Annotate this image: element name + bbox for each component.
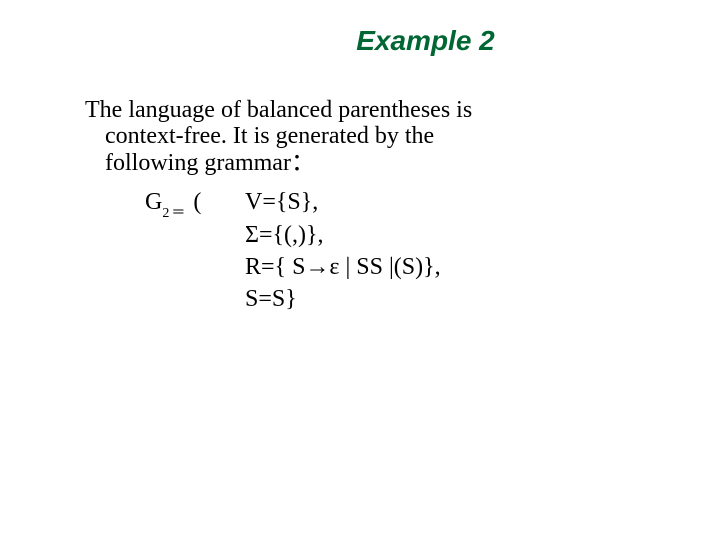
grammar-S-line: S=S}: [245, 283, 441, 315]
grammar-S-label: S: [245, 286, 258, 312]
grammar-left-label: G2＝ (: [145, 186, 245, 222]
body-line-3: following grammar：: [105, 150, 676, 176]
grammar-V-rest: ={S},: [262, 189, 318, 215]
grammar-R-line: R={ S→ε | SS |(S)},: [245, 251, 441, 283]
grammar-subscript: 2: [162, 206, 169, 221]
grammar-R-label: R: [245, 254, 261, 280]
body-paragraph: The language of balanced parentheses is …: [85, 97, 676, 176]
grammar-equals: ＝: [171, 206, 185, 221]
grammar-Sigma-rest: ={(,)},: [259, 222, 324, 248]
grammar-R-rest: ={ S→ε | SS |(S)},: [261, 254, 441, 280]
grammar-S-rest: =S}: [258, 286, 296, 312]
grammar-definition: G2＝ ( V={S}, Σ={(,)}, R={ S→ε | SS |(S)}…: [145, 186, 676, 316]
grammar-openparen: (: [193, 189, 201, 215]
grammar-V-line: V={S},: [245, 186, 441, 218]
grammar-Sigma-line: Σ={(,)},: [245, 219, 441, 251]
body-line-1: The language of balanced parentheses is: [85, 97, 472, 123]
slide: Example 2 The language of balanced paren…: [0, 0, 721, 541]
body-line-2: context-free. It is generated by the: [105, 123, 676, 149]
grammar-V-label: V: [245, 189, 262, 215]
slide-title: Example 2: [55, 25, 676, 57]
grammar-Sigma-label: Σ: [245, 222, 259, 248]
grammar-right-lines: V={S}, Σ={(,)}, R={ S→ε | SS |(S)}, S=S}: [245, 186, 441, 316]
grammar-G: G: [145, 189, 162, 215]
